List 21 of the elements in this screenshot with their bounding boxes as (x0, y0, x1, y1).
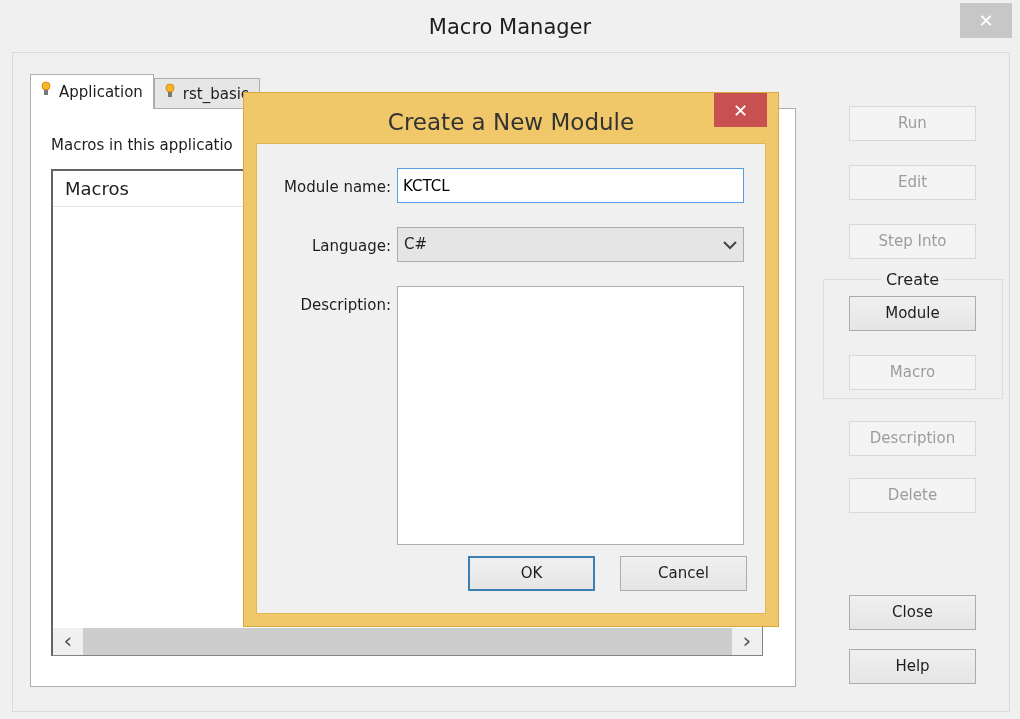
language-dropdown[interactable]: C# (397, 227, 744, 262)
button[interactable]: OK (468, 556, 595, 591)
column-header[interactable]: Macros (53, 174, 129, 202)
panel-caption: Macros in this applicatio (51, 135, 233, 156)
field-label: Language: (310, 236, 392, 257)
lightbulb-icon (41, 81, 51, 97)
button[interactable]: Close (849, 595, 976, 630)
button[interactable]: Module (849, 296, 976, 331)
field-label: Module name: (283, 177, 392, 198)
scrollbar-thumb[interactable] (83, 627, 732, 655)
window-title: Macro Manager (428, 14, 592, 41)
input-field[interactable]: KCTCL (397, 168, 744, 203)
button[interactable]: Cancel (620, 556, 747, 591)
button[interactable]: Help (849, 649, 976, 684)
description-field[interactable] (397, 286, 744, 545)
tab[interactable]: Application (30, 74, 154, 109)
close-button[interactable]: ✕ (714, 93, 767, 127)
field-label: Description: (299, 295, 392, 316)
dialog-title: Create a New Module (387, 108, 635, 137)
chevron-down-icon (723, 239, 737, 250)
lightbulb-icon (164, 83, 175, 99)
